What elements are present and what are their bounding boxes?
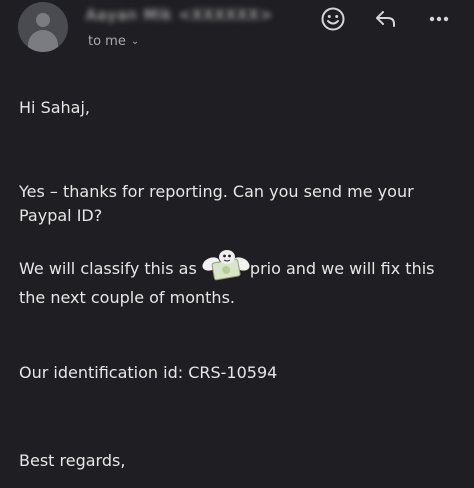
more-horizontal-icon[interactable] — [426, 6, 452, 32]
priority-sticker-icon — [202, 248, 250, 286]
email-view: Aayan Mlk <XXXXXX> to me ⌄ Hi Sahaj, Yes … — [0, 0, 474, 488]
avatar[interactable] — [18, 2, 68, 52]
identification-line: Our identification id: CRS-10594 — [19, 363, 278, 382]
message-paragraph-1: Yes – thanks for reporting. Can you send… — [19, 180, 459, 228]
closing-line: Best regards, — [19, 451, 126, 470]
paragraph-1-line-2: Paypal ID? — [19, 206, 103, 225]
paragraph-2-line-2: the next couple of months. — [19, 288, 235, 307]
recipient-label: to me — [88, 34, 126, 49]
avatar-body — [28, 30, 58, 52]
avatar-head — [36, 13, 50, 27]
chevron-down-icon: ⌄ — [130, 36, 140, 47]
greeting-line: Hi Sahaj, — [19, 98, 90, 117]
recipient-details-toggle[interactable]: to me ⌄ — [88, 34, 139, 49]
paragraph-2-line-1-end: prio and we will fix this — [249, 259, 435, 278]
paragraph-2-line-1-start: We will classify this as — [19, 259, 202, 278]
reply-arrow-icon[interactable] — [373, 6, 399, 32]
paragraph-2-line-1: We will classify this as prio and we wil… — [19, 248, 459, 286]
paragraph-1-line-1: Yes – thanks for reporting. Can you send… — [19, 182, 414, 201]
sender-name[interactable]: Aayan Mlk <XXXXXX> — [86, 6, 273, 24]
smiley-face-icon[interactable] — [320, 6, 346, 32]
message-paragraph-2: We will classify this as prio and we wil… — [19, 248, 459, 310]
